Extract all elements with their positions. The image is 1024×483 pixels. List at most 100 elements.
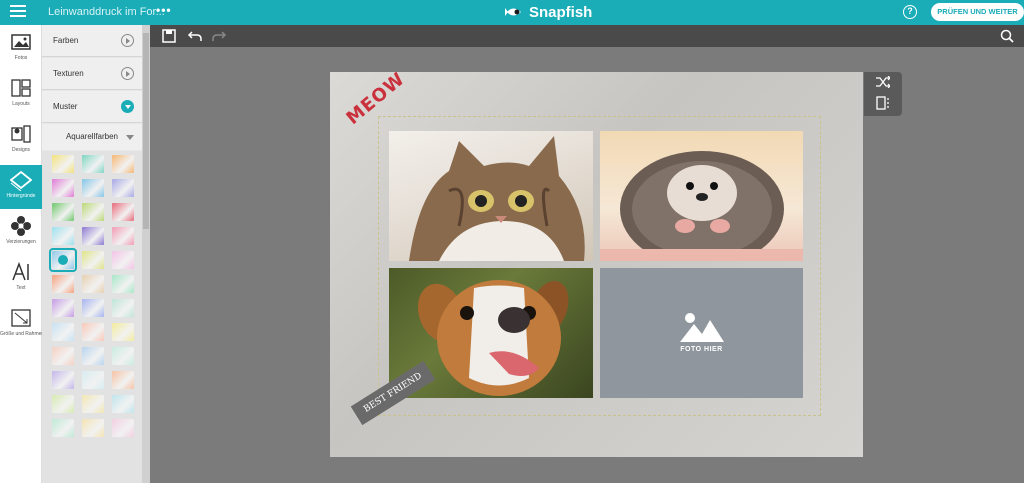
- brand-name: Snapfish: [529, 3, 593, 21]
- chevron-down-icon: [126, 135, 134, 140]
- expand-arrow-icon[interactable]: [121, 67, 134, 80]
- swatch[interactable]: [112, 419, 134, 437]
- swatch[interactable]: [82, 275, 104, 293]
- section-label: Farben: [53, 36, 79, 45]
- collapse-arrow-icon[interactable]: [121, 100, 134, 113]
- swatch[interactable]: [52, 227, 74, 245]
- swatch[interactable]: [112, 275, 134, 293]
- swatch[interactable]: [112, 371, 134, 389]
- text-icon: [12, 261, 29, 281]
- continue-button[interactable]: PRÜFEN UND WEITER: [931, 3, 1024, 21]
- nav-item-size-frame[interactable]: Größe und Rahmen: [0, 303, 45, 347]
- swatch[interactable]: [112, 347, 134, 365]
- image-placeholder-icon: [680, 313, 724, 342]
- swatch[interactable]: [52, 323, 74, 341]
- canvas-side-tools: [864, 72, 902, 116]
- swatch[interactable]: [82, 419, 104, 437]
- layouts-icon: [11, 79, 31, 97]
- size-frame-icon: [11, 309, 31, 327]
- hamburger-menu-icon[interactable]: [10, 5, 26, 19]
- scrollbar-thumb[interactable]: [143, 33, 149, 229]
- placeholder-label: FOTO HIER: [680, 346, 723, 353]
- swatch[interactable]: [82, 299, 104, 317]
- nav-item-layouts[interactable]: Layouts: [0, 73, 42, 117]
- section-muster[interactable]: Muster: [42, 91, 142, 123]
- shuffle-icon[interactable]: [876, 76, 890, 88]
- subcategory-label: Aquarellfarben: [65, 132, 119, 141]
- swatch[interactable]: [82, 323, 104, 341]
- cat-image: [409, 136, 585, 261]
- swatch-grid: [42, 151, 142, 483]
- nav-item-text[interactable]: Text: [0, 257, 42, 301]
- swatch[interactable]: [52, 275, 74, 293]
- swatch[interactable]: [52, 395, 74, 413]
- more-options-button[interactable]: •••: [156, 3, 172, 17]
- photo-cat[interactable]: [389, 131, 593, 261]
- swatch[interactable]: [52, 203, 74, 221]
- swatch[interactable]: [112, 227, 134, 245]
- redo-icon[interactable]: [211, 28, 227, 44]
- section-label: Texturen: [53, 69, 84, 78]
- photos-icon: [11, 34, 31, 50]
- swatch[interactable]: [52, 155, 74, 173]
- nav-item-embellishments[interactable]: Verzierungen: [0, 211, 42, 255]
- nav-item-designs[interactable]: Designs: [0, 119, 42, 163]
- swatch[interactable]: [112, 323, 134, 341]
- swatch[interactable]: [52, 299, 74, 317]
- nav-label: Fotos: [14, 55, 28, 61]
- swatch[interactable]: [82, 179, 104, 197]
- zoom-icon[interactable]: [999, 28, 1015, 44]
- nav-item-backgrounds[interactable]: Hintergründe: [0, 165, 42, 209]
- swatch[interactable]: [82, 371, 104, 389]
- swatch[interactable]: [82, 203, 104, 221]
- undo-icon[interactable]: [187, 28, 203, 44]
- photo-hedgehog[interactable]: [600, 131, 803, 261]
- top-bar: Leinwanddruck im For... ••• Snapfish ? P…: [0, 0, 1024, 25]
- expand-arrow-icon[interactable]: [121, 34, 134, 47]
- editor-toolbar: [150, 25, 1024, 47]
- nav-label: Verzierungen: [6, 239, 36, 245]
- nav-item-photos[interactable]: Fotos: [0, 27, 42, 71]
- swatch[interactable]: [52, 179, 74, 197]
- swatch[interactable]: [112, 179, 134, 197]
- swatch[interactable]: [82, 395, 104, 413]
- canvas-page[interactable]: [330, 72, 863, 457]
- nav-label: Layouts: [12, 101, 30, 107]
- hedgehog-image: [600, 151, 803, 261]
- section-label: Muster: [53, 102, 78, 111]
- designs-icon: [11, 125, 31, 143]
- nav-label: Hintergründe: [6, 193, 36, 199]
- document-title[interactable]: Leinwanddruck im For...: [48, 6, 165, 18]
- swatch[interactable]: [112, 155, 134, 173]
- backgrounds-icon: [10, 170, 32, 191]
- swatch[interactable]: [112, 395, 134, 413]
- swatch[interactable]: [49, 248, 77, 272]
- swatch[interactable]: [52, 419, 74, 437]
- nav-label: Text: [16, 285, 26, 291]
- left-navigation: Fotos Layouts Designs Hintergründe Verzi…: [0, 25, 45, 483]
- section-texturen[interactable]: Texturen: [42, 58, 142, 90]
- panel-scrollbar[interactable]: [142, 25, 150, 483]
- embellishments-icon: [11, 216, 31, 236]
- section-farben[interactable]: Farben: [42, 25, 142, 57]
- swatch[interactable]: [52, 347, 74, 365]
- help-icon[interactable]: ?: [903, 5, 917, 19]
- swap-layout-icon[interactable]: [876, 96, 890, 110]
- swatch[interactable]: [82, 251, 104, 269]
- swatch[interactable]: [52, 371, 74, 389]
- swatch[interactable]: [112, 251, 134, 269]
- nav-label: Größe und Rahmen: [0, 331, 45, 337]
- swatch[interactable]: [112, 299, 134, 317]
- nav-label: Designs: [11, 147, 31, 153]
- save-icon[interactable]: [161, 28, 177, 44]
- swatch[interactable]: [82, 347, 104, 365]
- swatch[interactable]: [82, 227, 104, 245]
- subcategory-dropdown[interactable]: Aquarellfarben: [42, 124, 142, 150]
- background-panel: Farben Texturen Muster Aquarellfarben: [42, 25, 150, 483]
- swatch[interactable]: [82, 155, 104, 173]
- selected-check-icon: [58, 255, 68, 265]
- snapfish-logo: Snapfish: [505, 3, 592, 21]
- swatch[interactable]: [112, 203, 134, 221]
- photo-placeholder[interactable]: FOTO HIER: [600, 268, 803, 398]
- fish-logo-icon: [505, 8, 521, 16]
